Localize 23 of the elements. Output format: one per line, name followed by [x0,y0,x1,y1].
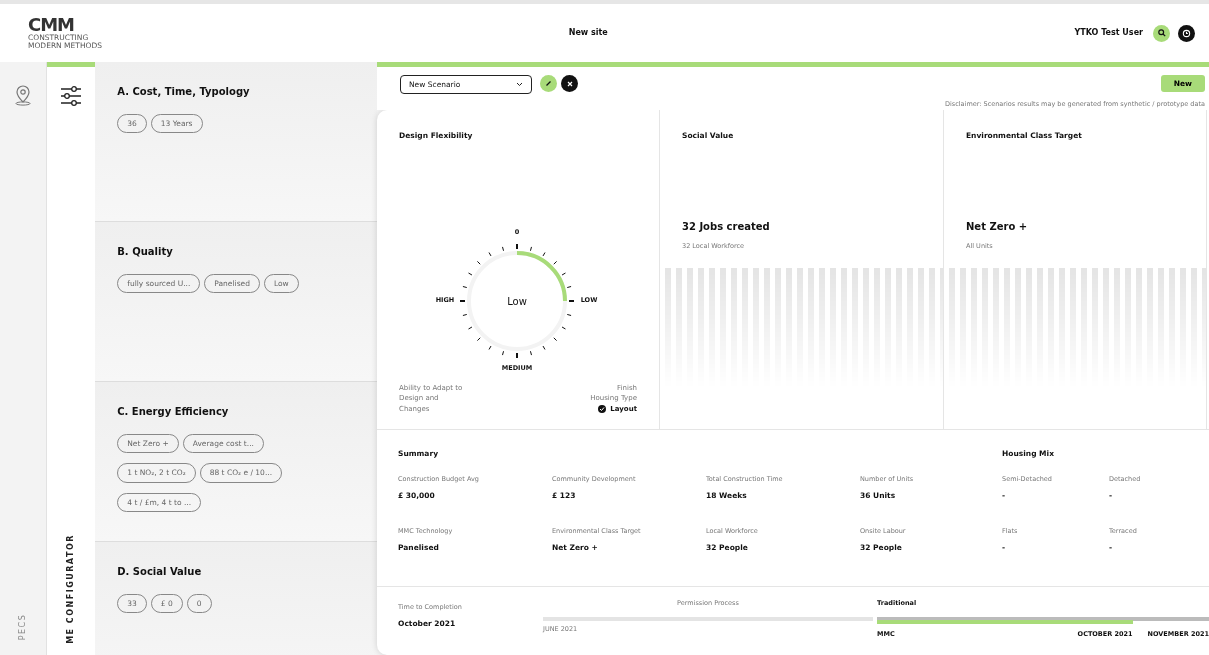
edit-button[interactable] [540,75,557,92]
gauge-value: Low [507,294,527,309]
caret-icon [516,82,523,87]
clock-icon [1182,28,1191,38]
search-button[interactable] [1153,24,1170,42]
sliders-icon[interactable] [59,85,82,107]
section-title: A. Cost, Time, Typology [117,85,251,99]
search-icon [1157,29,1166,37]
user-name: YTKO Test User [1074,27,1143,39]
account-button[interactable] [1178,24,1195,42]
rail-label: PECS [16,613,28,641]
metric-value: 32 Jobs created [681,220,771,235]
map-pin-icon[interactable] [12,84,33,106]
close-icon [566,80,573,87]
metric-value: Net Zero + [965,220,1029,235]
section-title: D. Social Value [117,565,203,579]
section-title: C. Energy Efficiency [117,405,230,419]
site-title: New site [567,27,609,39]
logo-title: CMM [28,15,75,34]
section-title: B. Quality [117,245,174,259]
pencil-icon [545,80,552,87]
close-button[interactable] [561,75,578,92]
rail-label: ME CONFIGURATOR [64,534,76,644]
